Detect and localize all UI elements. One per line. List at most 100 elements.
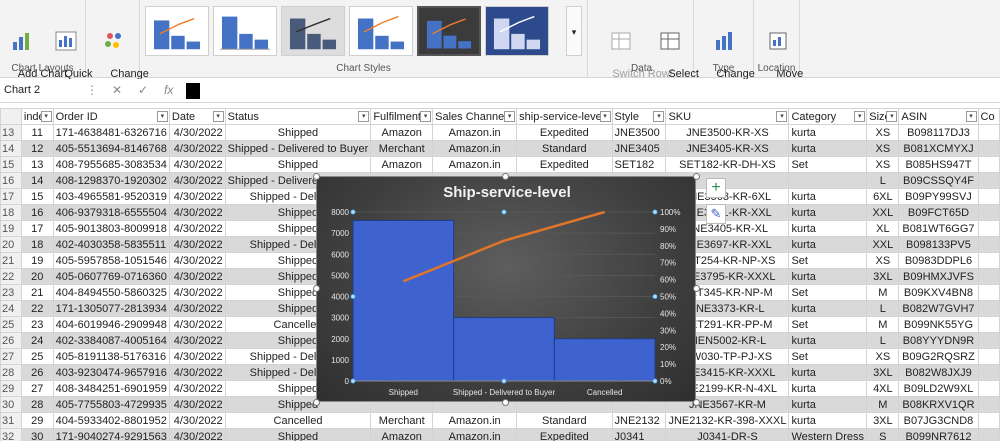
table-cell[interactable]: L	[866, 172, 900, 189]
chart-style-5-selected[interactable]	[417, 6, 481, 56]
table-cell[interactable]: 405-5513694-8146768	[52, 140, 170, 157]
resize-handle[interactable]	[313, 285, 320, 292]
filter-dropdown-icon[interactable]: ▾	[653, 111, 665, 122]
filter-dropdown-icon[interactable]: ▾	[504, 111, 516, 122]
table-cell[interactable]: 24	[20, 332, 54, 349]
table-cell[interactable]: 4/30/2022	[168, 172, 226, 189]
table-cell[interactable]: kurta	[788, 380, 868, 397]
table-cell[interactable]: Amazon.in	[432, 124, 518, 141]
table-cell[interactable]: 30	[20, 428, 54, 441]
table-cell[interactable]: 3XL	[866, 364, 900, 381]
table-cell[interactable]	[977, 268, 1000, 285]
chart-style-6[interactable]	[485, 6, 549, 56]
column-header[interactable]: index ▾	[20, 108, 54, 125]
table-cell[interactable]: B082W7GVH7	[898, 300, 979, 317]
column-header[interactable]: ship-service-level ▾	[516, 108, 613, 125]
table-cell[interactable]: 22	[20, 300, 54, 317]
table-cell[interactable]	[977, 236, 1000, 253]
table-cell[interactable]: 4/30/2022	[168, 252, 226, 269]
table-cell[interactable]: 15	[20, 188, 54, 205]
column-header[interactable]: Style ▾	[611, 108, 667, 125]
table-cell[interactable]: Expedited	[516, 124, 613, 141]
table-cell[interactable]: Amazon.in	[432, 412, 518, 429]
table-cell[interactable]: kurta	[788, 300, 868, 317]
table-cell[interactable]: B081XCMYXJ	[898, 140, 979, 157]
column-header[interactable]: Category ▾	[788, 108, 868, 125]
table-cell[interactable]	[977, 204, 1000, 221]
table-cell[interactable]: XS	[866, 348, 900, 365]
table-cell[interactable]	[977, 428, 1000, 441]
table-cell[interactable]: 405-5957858-1051546	[52, 252, 170, 269]
column-header[interactable]: Date ▾	[168, 108, 226, 125]
table-cell[interactable]: kurta	[788, 364, 868, 381]
table-cell[interactable]: JNE2132	[611, 412, 667, 429]
table-cell[interactable]: Cancelled	[224, 412, 372, 429]
table-cell[interactable]: 408-3484251-6901959	[52, 380, 170, 397]
table-cell[interactable]: 6XL	[866, 188, 900, 205]
table-cell[interactable]	[977, 316, 1000, 333]
table-cell[interactable]: 408-1298370-1920302	[52, 172, 170, 189]
table-cell[interactable]: 29	[20, 412, 54, 429]
chart-styles-more-button[interactable]: ▾	[566, 6, 582, 56]
table-cell[interactable]: 12	[20, 140, 54, 157]
table-cell[interactable]: 4/30/2022	[168, 124, 226, 141]
table-cell[interactable]: 405-7755803-4729935	[52, 396, 170, 413]
table-cell[interactable]: 4/30/2022	[168, 412, 226, 429]
table-cell[interactable]: B09PY99SVJ	[898, 188, 979, 205]
table-cell[interactable]: XXL	[866, 204, 900, 221]
table-cell[interactable]: Amazon	[370, 124, 434, 141]
table-cell[interactable]: XS	[866, 156, 900, 173]
table-cell[interactable]	[977, 284, 1000, 301]
table-cell[interactable]	[977, 412, 1000, 429]
table-cell[interactable]: 14	[20, 172, 54, 189]
table-cell[interactable]: Amazon.in	[432, 428, 518, 441]
table-cell[interactable]: M	[866, 396, 900, 413]
table-cell[interactable]: XXL	[866, 236, 900, 253]
table-cell[interactable]	[977, 332, 1000, 349]
table-cell[interactable]	[977, 188, 1000, 205]
table-cell[interactable]: 23	[20, 316, 54, 333]
table-cell[interactable]: 3XL	[866, 268, 900, 285]
table-cell[interactable]: 4/30/2022	[168, 348, 226, 365]
table-cell[interactable]: 404-6019946-2909948	[52, 316, 170, 333]
column-header[interactable]: Sales Channel ▾	[432, 108, 518, 125]
table-cell[interactable]: 19	[20, 252, 54, 269]
table-cell[interactable]: JNE3500	[611, 124, 667, 141]
table-cell[interactable]: Amazon.in	[432, 156, 518, 173]
filter-dropdown-icon[interactable]: ▾	[854, 111, 866, 122]
table-cell[interactable]: B09FCT65D	[898, 204, 979, 221]
table-cell[interactable]: kurta	[788, 268, 868, 285]
table-cell[interactable]: 18	[20, 236, 54, 253]
table-cell[interactable]: 408-7955685-3083534	[52, 156, 170, 173]
chart-elements-plus-icon[interactable]: +	[706, 178, 726, 198]
table-cell[interactable]: 4/30/2022	[168, 188, 226, 205]
table-cell[interactable]: B09G2RQSRZ	[898, 348, 979, 365]
table-cell[interactable]: 4/30/2022	[168, 364, 226, 381]
table-cell[interactable]: Shipped	[224, 124, 372, 141]
table-cell[interactable]: kurta	[788, 204, 868, 221]
table-cell[interactable]: 171-4638481-6326716	[52, 124, 170, 141]
table-cell[interactable]: L	[866, 300, 900, 317]
table-cell[interactable]: 404-8494550-5860325	[52, 284, 170, 301]
chart-styles-brush-icon[interactable]: ✎	[706, 204, 726, 224]
resize-handle[interactable]	[693, 285, 700, 292]
table-cell[interactable]: L	[866, 332, 900, 349]
name-box[interactable]: Chart 2	[0, 81, 80, 101]
table-cell[interactable]	[977, 252, 1000, 269]
table-cell[interactable]: JNE3500-KR-XS	[665, 124, 790, 141]
table-cell[interactable]: XL	[866, 220, 900, 237]
table-cell[interactable]: 4/30/2022	[168, 156, 226, 173]
table-cell[interactable]: B09HMXJVFS	[898, 268, 979, 285]
table-cell[interactable]: M	[866, 284, 900, 301]
table-cell[interactable]: Western Dress	[788, 428, 868, 441]
column-header[interactable]: Fulfilment ▾	[370, 108, 434, 125]
table-cell[interactable]: B085HS947T	[898, 156, 979, 173]
table-cell[interactable]: B082W8JXJ9	[898, 364, 979, 381]
column-header[interactable]: Size ▾	[866, 108, 900, 125]
table-cell[interactable]: Set	[788, 156, 868, 173]
table-cell[interactable]: 11	[20, 124, 54, 141]
table-cell[interactable]: 20	[20, 268, 54, 285]
resize-handle[interactable]	[502, 173, 509, 180]
table-cell[interactable]: B09CSSQY4F	[898, 172, 979, 189]
table-cell[interactable]: B099NK55YG	[898, 316, 979, 333]
